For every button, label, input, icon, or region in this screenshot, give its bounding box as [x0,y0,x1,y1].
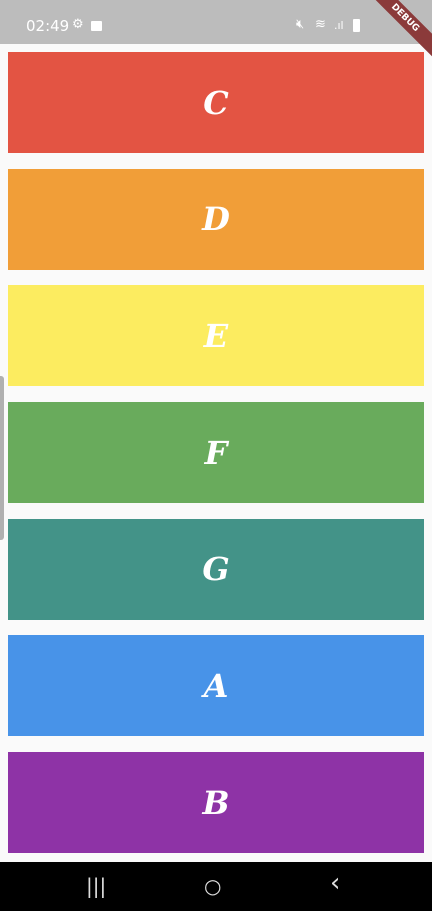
card-label: G [202,550,230,589]
recents-button[interactable]: ||| [86,874,106,898]
card-g[interactable]: G [8,518,424,620]
card-d[interactable]: D [8,168,424,270]
card-label: E [203,316,229,355]
clock: 02:49 [26,17,70,35]
signal-icon: .ıl [334,19,344,32]
card-label: B [202,783,230,822]
edge-panel-handle[interactable] [0,376,4,540]
navigation-bar: ||| ○ ‹ [0,862,432,911]
card-label: C [203,83,229,122]
card-c[interactable]: C [8,52,424,153]
card-b[interactable]: B [8,752,424,854]
battery-icon [353,19,360,32]
mute-icon: 🔇︎ [296,17,305,32]
gear-icon: ⚙ [72,17,84,32]
image-icon [91,21,102,31]
card-e[interactable]: E [8,285,424,387]
card-f[interactable]: F [8,402,424,504]
card-label: D [202,200,230,239]
card-label: A [203,666,229,705]
home-button[interactable]: ○ [204,874,221,898]
card-list[interactable]: C D E F G A B [8,52,424,869]
back-button[interactable]: ‹ [330,868,340,898]
wifi-icon: ≋ [315,17,326,32]
status-bar: 02:49 ⚙ 🔇︎ ≋ .ıl DEBUG [0,0,432,63]
card-label: F [204,433,228,472]
card-a[interactable]: A [8,635,424,737]
